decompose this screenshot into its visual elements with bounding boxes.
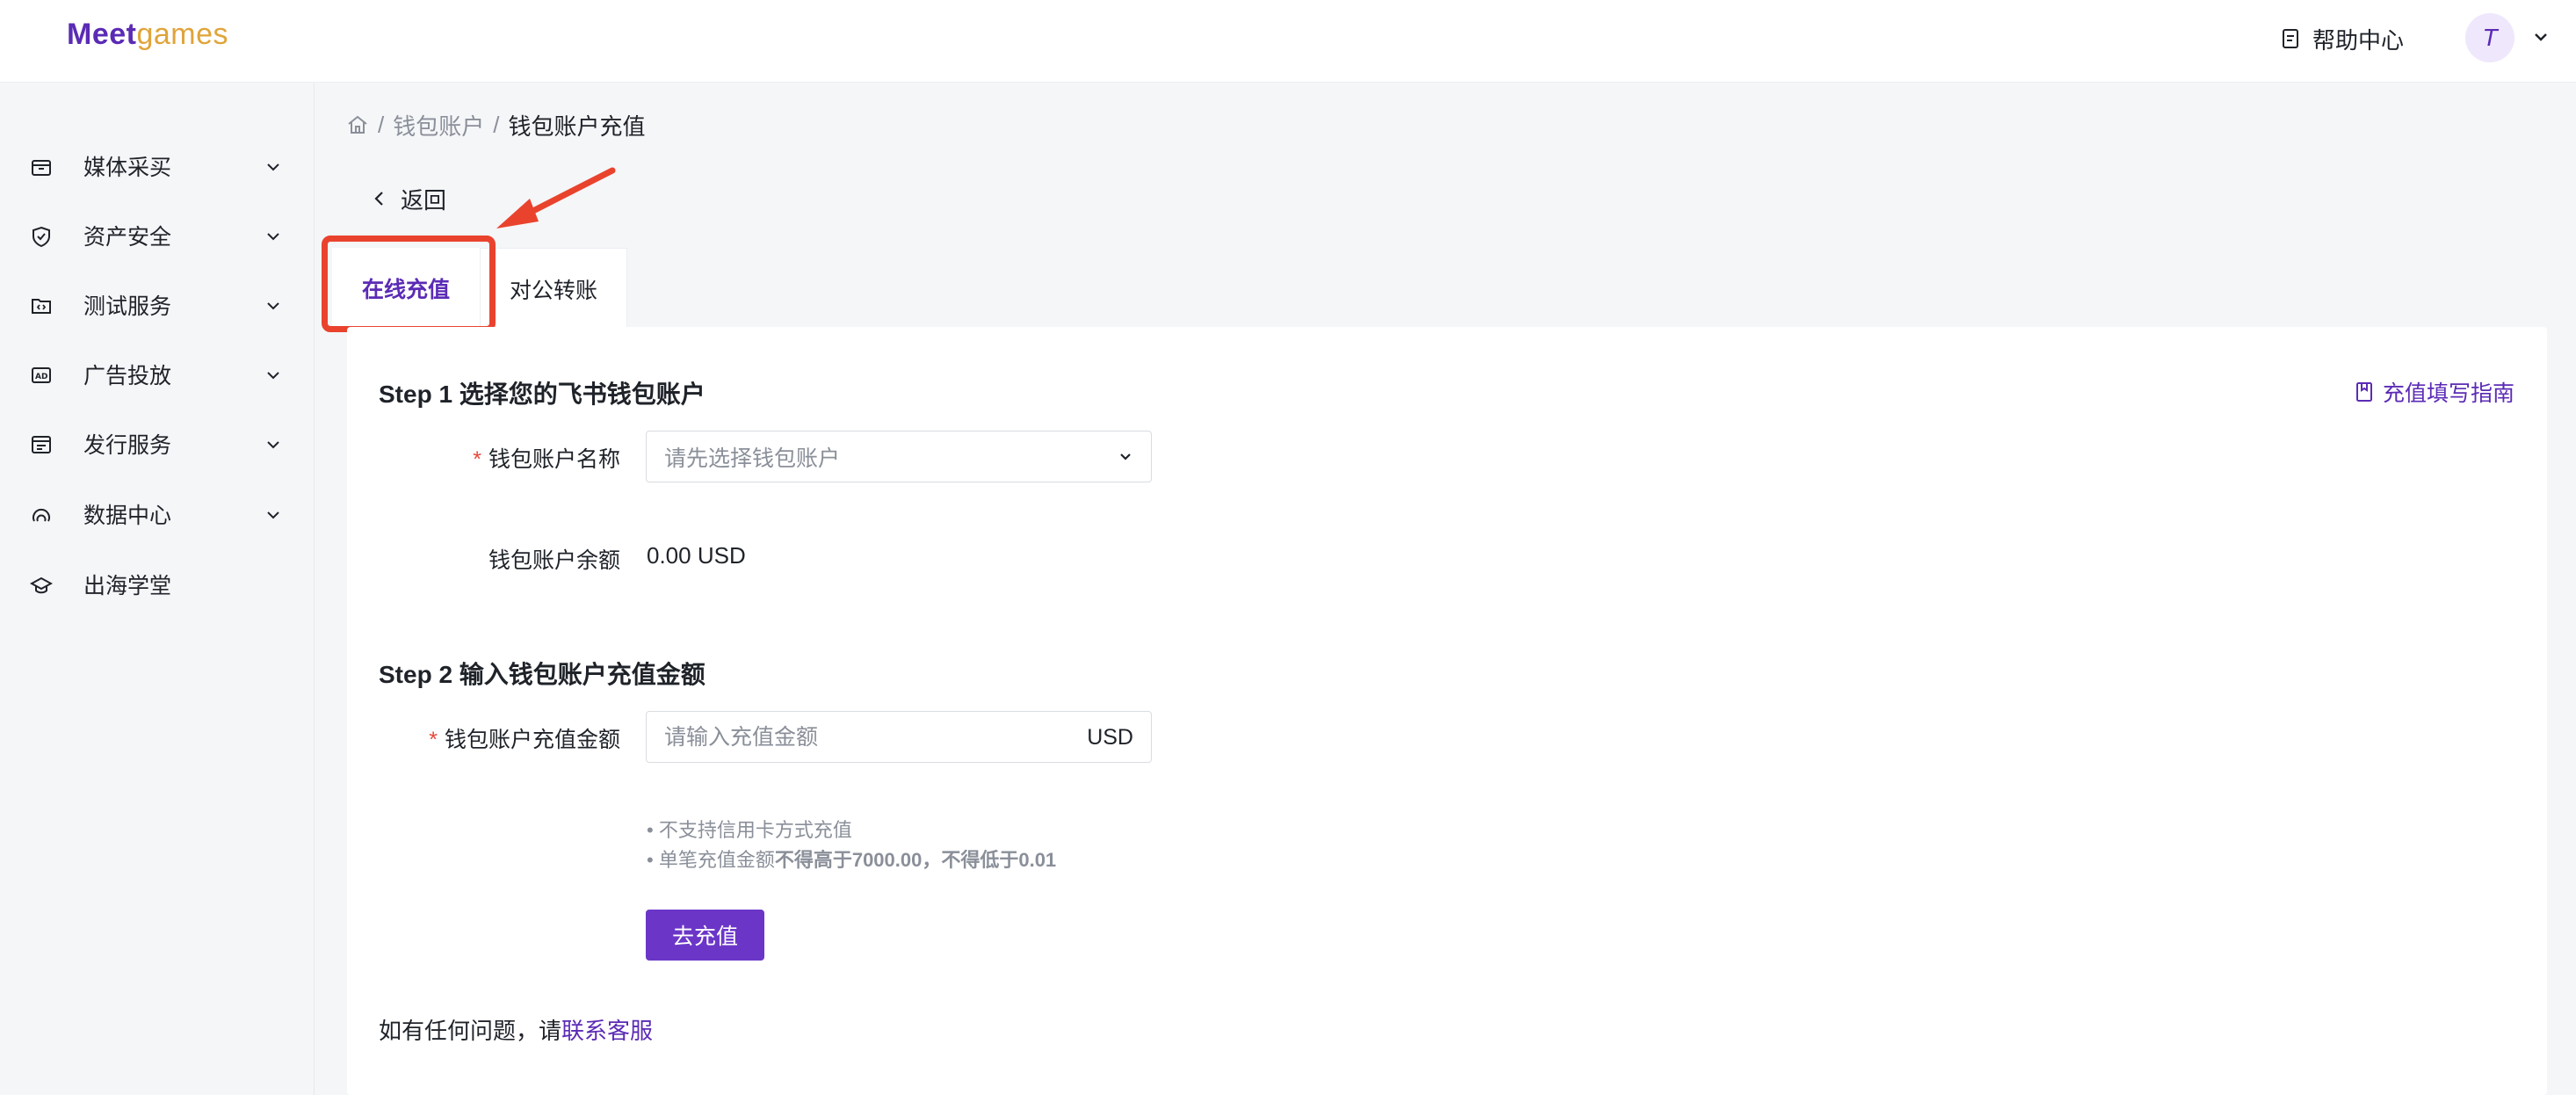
hint-amount-limit-bold: 不得高于7000.00，不得低于0.01 [774,849,1057,871]
sidebar-item-media-buying[interactable]: 媒体采买 [0,140,315,192]
step2-title: Step 2 输入钱包账户充值金额 [379,661,706,688]
required-marker: * [473,447,481,472]
balance-value: 0.00 USD [647,542,746,569]
tab-label: 对公转账 [509,278,597,303]
folder-code-icon [32,299,51,314]
logo-text-meet: Meet [67,18,137,51]
amount-input-wrapper: USD [646,711,1152,763]
chevron-down-icon [267,372,279,380]
graduation-cap-icon [30,577,53,594]
help-center-link[interactable]: 帮助中心 [2281,21,2404,56]
breadcrumb-item-current: 钱包账户充值 [508,112,646,140]
shield-icon [33,226,50,248]
recharge-submit-button[interactable]: 去充值 [646,910,764,961]
sidebar-item-ad-delivery[interactable]: AD 广告投放 [0,348,315,401]
wallet-account-select[interactable]: 请先选择钱包账户 [646,431,1152,482]
contact-prefix: 如有任何问题，请 [379,1018,562,1044]
balance-label: 钱包账户余额 [269,543,620,575]
wallet-account-placeholder: 请先选择钱包账户 [664,446,841,471]
amount-label: * 钱包账户充值金额 [269,722,620,754]
tab-online-recharge[interactable]: 在线充值 [332,248,480,329]
ad-icon: AD [32,367,51,383]
breadcrumb-item-wallet-account[interactable]: 钱包账户 [393,109,484,141]
tab-label: 在线充值 [361,278,450,302]
home-icon[interactable] [346,113,369,136]
sidebar-item-label: 资产安全 [83,225,172,250]
chevron-down-icon [267,302,279,310]
step1-title: Step 1 选择您的飞书钱包账户 [379,381,706,408]
sidebar-item-data-center[interactable]: 数据中心 [0,488,315,540]
contact-support-text: 如有任何问题，请联系客服 [379,1013,653,1046]
sidebar: 媒体采买 资产安全 测试服务 AD 广告投放 发行服务 数据中心 出海学堂 [0,83,315,1095]
svg-text:AD: AD [35,373,47,381]
sidebar-item-label: 测试服务 [83,294,172,319]
hint-amount-limit: • 单笔充值金额不得高于7000.00，不得低于0.01 [647,845,1056,873]
amount-input[interactable] [664,721,1051,754]
hint-no-credit-card: • 不支持信用卡方式充值 [647,819,852,841]
sidebar-item-academy[interactable]: 出海学堂 [0,558,315,611]
data-icon [33,508,50,522]
sidebar-item-label: 出海学堂 [83,574,172,598]
sidebar-item-label: 广告投放 [83,364,172,388]
annotation-arrow-icon [496,167,616,228]
chevron-down-icon [267,511,279,519]
tab-corporate-transfer[interactable]: 对公转账 [480,248,627,329]
guide-link-label: 充值填写指南 [2383,381,2515,406]
sidebar-item-testing-service[interactable]: 测试服务 [0,279,315,331]
chevron-down-icon [267,233,279,241]
breadcrumb-separator: / [493,111,500,138]
sidebar-item-publishing-service[interactable]: 发行服务 [0,417,315,470]
help-center-label: 帮助中心 [2312,26,2405,54]
account-name-label: * 钱包账户名称 [269,442,620,474]
contact-support-link[interactable]: 联系客服 [561,1018,653,1044]
sidebar-item-label: 发行服务 [83,433,172,458]
sidebar-item-label: 数据中心 [83,504,172,528]
logo[interactable]: Meetgames [67,12,228,56]
chevron-left-icon [374,192,383,206]
document-icon [2283,29,2298,48]
recharge-guide-link[interactable]: 充值填写指南 [2355,376,2514,408]
chevron-down-icon[interactable] [2530,26,2551,47]
back-label: 返回 [401,186,447,214]
balance-label-text: 钱包账户余额 [488,548,620,573]
avatar[interactable]: T [2465,13,2514,62]
account-name-label-text: 钱包账户名称 [488,447,620,472]
bookmark-icon [2356,382,2372,402]
back-button[interactable]: 返回 [371,181,446,216]
publish-icon [32,436,51,453]
chevron-down-icon [267,163,279,171]
hint-amount-prefix: • 单笔充值金额 [647,849,775,871]
logo-text-games: games [136,18,229,51]
sidebar-item-label: 媒体采买 [83,156,172,180]
chevron-down-icon [1120,453,1131,460]
required-marker: * [429,728,438,752]
amount-unit: USD [1087,725,1133,750]
amount-label-text: 钱包账户充值金额 [444,728,620,752]
sidebar-item-asset-security[interactable]: 资产安全 [0,209,315,262]
breadcrumb-separator: / [378,111,385,138]
breadcrumb: / 钱包账户 / 钱包账户充值 [346,107,646,142]
top-header: Meetgames 帮助中心 T [0,0,2576,83]
cart-icon [32,160,51,176]
avatar-initial: T [2482,24,2498,51]
